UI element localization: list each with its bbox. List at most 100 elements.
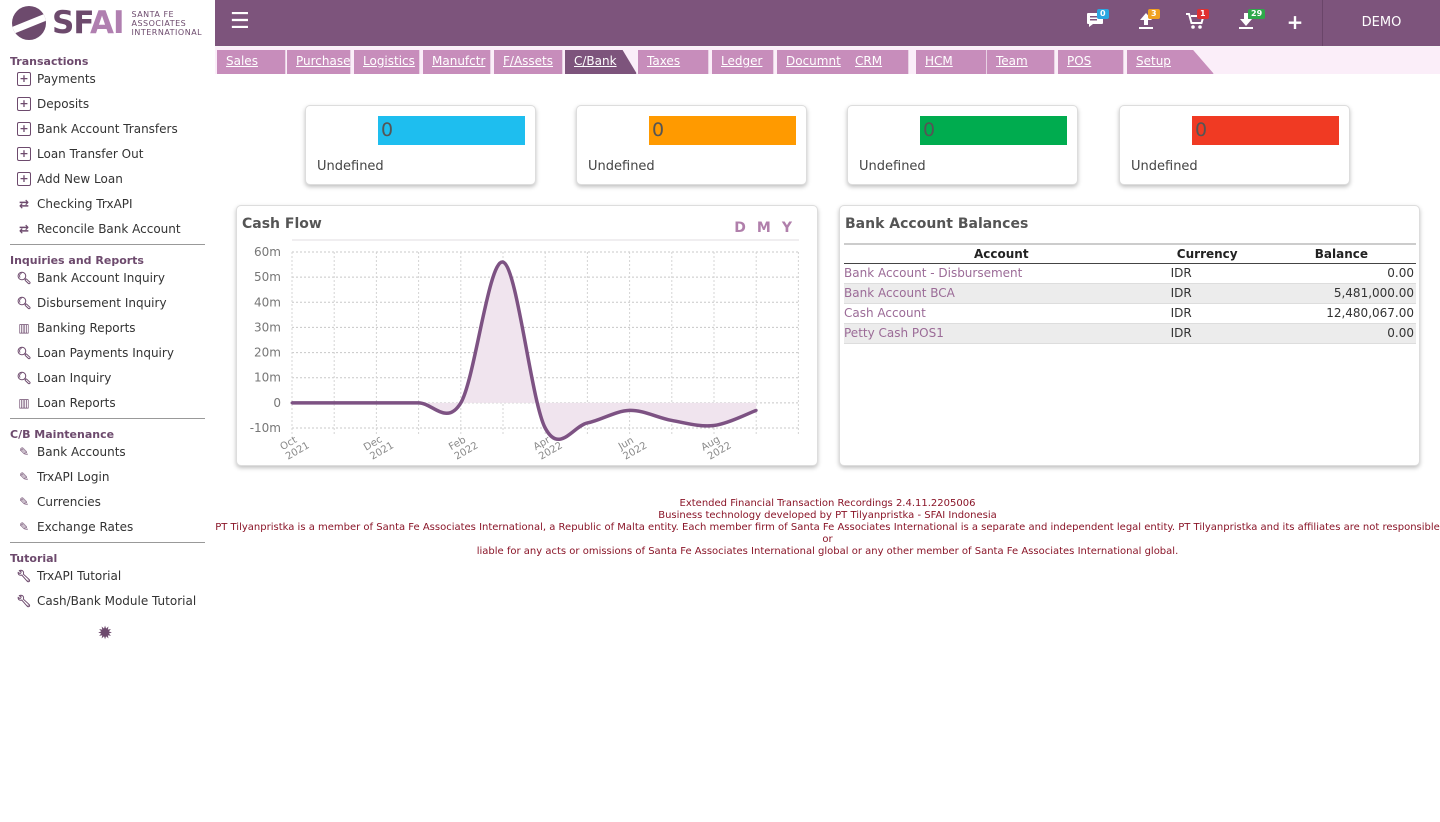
x-tick-label: Feb2022	[447, 435, 480, 463]
sidebar-item-add-new-loan[interactable]: + Add New Loan	[0, 166, 215, 191]
cash-flow-area	[292, 261, 757, 440]
sidebar-item-label: TrxAPI Tutorial	[37, 568, 122, 583]
cell-currency: IDR	[1158, 303, 1256, 324]
cart-icon[interactable]: 1	[1183, 9, 1209, 34]
cell-account[interactable]: Petty Cash POS1	[844, 323, 1159, 344]
kpi-card[interactable]: 0 Undefined	[305, 105, 536, 185]
tab-team[interactable]: Team	[987, 50, 1055, 74]
footer-disclaimer-2: liable for any acts or omissions of Sant…	[476, 546, 1179, 557]
x-tick-label: Aug2022	[700, 434, 734, 462]
sidebar-item-loan-reports[interactable]: ▥ Loan Reports	[0, 390, 215, 415]
tab-crm[interactable]: CRM	[846, 50, 909, 74]
tab-ledger[interactable]: Ledger	[712, 50, 774, 74]
cash-flow-chart: 60m 50m 40m 30m 20m 10m 0 -10mOct2021 Dec2021 Feb…	[250, 239, 799, 463]
cash-flow-point	[290, 401, 294, 405]
table-row: Petty Cash POS1 IDR 0.00	[844, 323, 1416, 344]
tab-sales[interactable]: Sales	[217, 50, 286, 74]
sidebar-item-bank-account-inquiry[interactable]: 🔍︎ Bank Account Inquiry	[0, 265, 215, 290]
sidebar-item-trxapi-tutorial[interactable]: 🔧︎ TrxAPI Tutorial	[0, 563, 215, 588]
sfai-logo[interactable]: SFAI SANTA FE ASSOCIATES INTERNATIONAL	[0, 0, 215, 46]
y-tick-label: 50m	[254, 270, 281, 284]
sidebar-item-payments[interactable]: + Payments	[0, 66, 215, 91]
bank-balances-panel: Bank Account Balances Account Currency Bal…	[839, 205, 1420, 466]
x-tick-label: Jun2022	[616, 435, 649, 462]
kpi-label: Undefined	[317, 159, 384, 174]
sidebar-section-title: Tutorial	[10, 552, 58, 565]
cell-currency: IDR	[1158, 283, 1256, 304]
bank-balances-table: Account Currency Balance Bank Account - Di…	[844, 243, 1416, 344]
cell-balance: 0.00	[1255, 263, 1416, 284]
sidebar-item-label: Loan Inquiry	[37, 370, 112, 385]
sfai-logo-mark	[12, 6, 46, 40]
tab-f-assets[interactable]: F/Assets	[494, 50, 563, 74]
sidebar-item-label: Deposits	[37, 96, 90, 111]
sidebar-item-loan-transfer-out[interactable]: + Loan Transfer Out	[0, 141, 215, 166]
sidebar-item-loan-payments-inquiry[interactable]: 🔍︎ Loan Payments Inquiry	[0, 340, 215, 365]
messages-icon[interactable]: 0	[1083, 9, 1109, 34]
user-menu[interactable]: DEMO	[1322, 0, 1440, 46]
sidebar-item-currencies[interactable]: ✎ Currencies	[0, 489, 215, 514]
tab-logistics[interactable]: Logistics	[354, 50, 420, 74]
sidebar-item-label: Add New Loan	[37, 171, 123, 186]
sidebar-item-loan-inquiry[interactable]: 🔍︎ Loan Inquiry	[0, 365, 215, 390]
download-icon[interactable]: 29	[1234, 9, 1266, 34]
sidebar-item-label: Cash/Bank Module Tutorial	[37, 593, 197, 608]
swap-arrows-icon: ⇄	[18, 196, 30, 211]
tab-setup[interactable]: Setup	[1127, 50, 1214, 74]
wrench-icon: 🔧︎	[16, 568, 32, 583]
sidebar-item-bank-accounts[interactable]: ✎ Bank Accounts	[0, 439, 215, 464]
cart-badge: 1	[1197, 9, 1209, 19]
sidebar-nav: Transactions + Payments + Deposits + Bank Acco…	[0, 46, 215, 613]
tab-manufctr[interactable]: Manufctr	[423, 50, 491, 74]
kpi-label: Undefined	[588, 159, 655, 174]
sidebar-item-trxapi-login[interactable]: ✎ TrxAPI Login	[0, 464, 215, 489]
sidebar-item-bank-account-transfers[interactable]: + Bank Account Transfers	[0, 116, 215, 141]
kpi-card[interactable]: 0 Undefined	[847, 105, 1078, 185]
cell-balance: 0.00	[1255, 323, 1416, 344]
pencil-icon: ✎	[18, 519, 30, 534]
hamburger-menu-icon[interactable]: ☰	[230, 11, 250, 34]
column-header-currency[interactable]: Currency	[1158, 243, 1256, 264]
y-tick-label: 0	[273, 396, 281, 410]
sidebar-item-banking-reports[interactable]: ▥ Banking Reports	[0, 315, 215, 340]
y-tick-label: -10m	[250, 421, 281, 435]
tab-taxes[interactable]: Taxes	[638, 50, 709, 74]
sidebar-item-deposits[interactable]: + Deposits	[0, 91, 215, 116]
theme-toggle-icon[interactable]: ✹	[95, 624, 115, 644]
sidebar-item-label: Bank Account Transfers	[37, 121, 178, 136]
cell-account[interactable]: Cash Account	[844, 303, 1159, 324]
tab-hcm[interactable]: HCM	[916, 50, 987, 74]
sidebar-item-label: Reconcile Bank Account	[37, 221, 181, 236]
sidebar-section-title: C/B Maintenance	[10, 428, 115, 441]
column-header-balance[interactable]: Balance	[1255, 243, 1416, 264]
sidebar-item-disbursement-inquiry[interactable]: 🔍︎ Disbursement Inquiry	[0, 290, 215, 315]
uploads-badge: 3	[1148, 9, 1160, 19]
kpi-card[interactable]: 0 Undefined	[576, 105, 807, 185]
sidebar-item-label: TrxAPI Login	[37, 469, 110, 484]
wrench-icon: 🔧︎	[16, 593, 32, 608]
sidebar-item-checking-trxapi[interactable]: ⇄ Checking TrxAPI	[0, 191, 215, 216]
tab-purchase[interactable]: Purchase	[287, 50, 351, 74]
kpi-card[interactable]: 0 Undefined	[1119, 105, 1350, 185]
y-tick-label: 10m	[254, 371, 281, 385]
kpi-value: 0	[1192, 116, 1339, 145]
tab-c-bank[interactable]: C/Bank	[565, 50, 637, 74]
cell-currency: IDR	[1158, 323, 1256, 344]
kpi-value: 0	[649, 116, 796, 145]
cash-flow-point	[417, 401, 421, 405]
sidebar-item-cash-bank-module-tutorial[interactable]: 🔧︎ Cash/Bank Module Tutorial	[0, 588, 215, 613]
add-plus-icon[interactable]: +	[1283, 12, 1307, 34]
column-header-account[interactable]: Account	[844, 243, 1159, 264]
add-box-icon: +	[17, 146, 31, 161]
sidebar-item-reconcile-bank-account[interactable]: ⇄ Reconcile Bank Account	[0, 216, 215, 241]
tab-documnt[interactable]: Documnt	[777, 50, 851, 74]
module-tabs: Sales Purchase Logistics Manufctr F/Assets C/…	[215, 47, 1440, 74]
cell-account[interactable]: Bank Account BCA	[844, 283, 1159, 304]
cell-account[interactable]: Bank Account - Disbursement	[844, 263, 1159, 284]
upload-icon[interactable]: 3	[1134, 9, 1160, 34]
sidebar-section-title: Inquiries and Reports	[10, 254, 144, 267]
sidebar-item-exchange-rates[interactable]: ✎ Exchange Rates	[0, 514, 215, 539]
kpi-value: 0	[378, 116, 525, 145]
sidebar: SFAI SANTA FE ASSOCIATES INTERNATIONAL T…	[0, 0, 215, 822]
tab-pos[interactable]: POS	[1058, 50, 1124, 74]
